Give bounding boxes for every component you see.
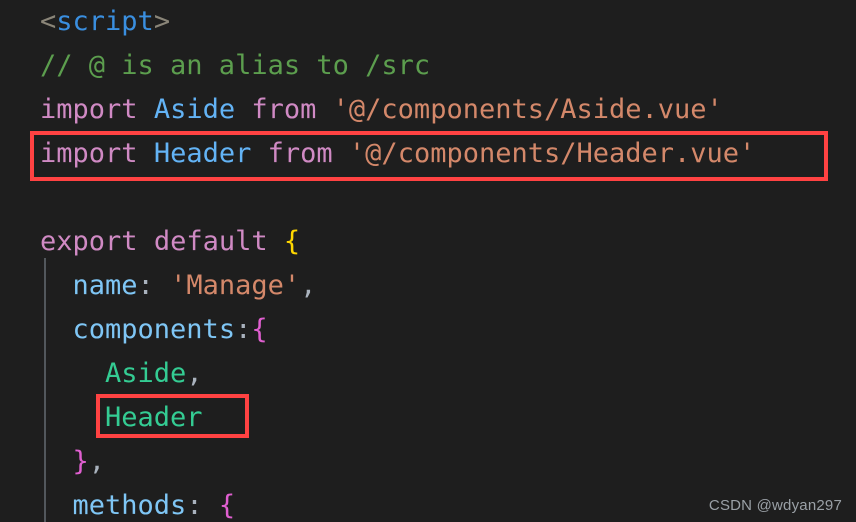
token-tag-name-script: script xyxy=(56,6,154,37)
code-line-8[interactable]: components:{ xyxy=(0,308,856,352)
token-string-header-path: '@/components/Header.vue' xyxy=(348,138,756,169)
csdn-watermark: CSDN @wdyan297 xyxy=(708,497,842,514)
token-comma: , xyxy=(186,358,203,389)
token-brace-open-components: { xyxy=(251,314,268,345)
token-keyword-import-aside: import xyxy=(40,94,138,125)
token-keyword-import-header: import xyxy=(40,138,138,169)
token-component-aside: Aside xyxy=(105,358,187,389)
token-class-header: Header xyxy=(153,138,252,169)
token-brace-close-components: } xyxy=(72,446,89,477)
token-prop-methods: methods xyxy=(72,490,187,521)
token-string-manage: 'Manage' xyxy=(170,270,301,301)
code-line-9[interactable]: Aside, xyxy=(0,352,856,396)
code-line-3[interactable]: import Aside from '@/components/Aside.vu… xyxy=(0,88,856,132)
token-brace-open-methods: { xyxy=(218,490,236,521)
code-editor-surface[interactable]: <script> // @ is an alias to /src import… xyxy=(0,0,856,522)
token-string-aside-path: '@/components/Aside.vue' xyxy=(332,94,723,125)
token-comma: , xyxy=(300,270,317,301)
code-line-7[interactable]: name: 'Manage', xyxy=(0,264,856,308)
token-tag-close-punct: > xyxy=(153,6,171,37)
token-keyword-from-header: from xyxy=(267,138,333,169)
token-colon: : xyxy=(186,490,203,521)
token-component-header: Header xyxy=(105,402,203,433)
token-prop-components: components xyxy=(72,314,236,345)
code-screenshot: <script> // @ is an alias to /src import… xyxy=(0,0,856,522)
code-line-1[interactable]: <script> xyxy=(0,0,856,44)
code-line-2[interactable]: // @ is an alias to /src xyxy=(0,44,856,88)
code-line-11[interactable]: }, xyxy=(0,440,856,484)
code-line-4[interactable]: import Header from '@/components/Header.… xyxy=(0,132,856,176)
token-keyword-from-aside: from xyxy=(251,94,317,125)
token-comma: , xyxy=(88,446,106,477)
code-line-6[interactable]: export default { xyxy=(0,220,856,264)
token-colon: : xyxy=(235,314,252,345)
token-comment-alias: // @ is an alias to /src xyxy=(40,50,431,81)
token-class-aside: Aside xyxy=(153,94,236,125)
token-brace-open-root: { xyxy=(283,226,301,257)
code-line-10[interactable]: Header xyxy=(0,396,856,440)
token-tag-open-punct: < xyxy=(40,6,57,37)
token-keyword-export: export xyxy=(40,226,138,257)
token-keyword-default: default xyxy=(153,226,268,257)
code-line-5-blank[interactable] xyxy=(0,176,856,220)
token-prop-name: name xyxy=(72,270,138,301)
token-colon: : xyxy=(137,270,154,301)
